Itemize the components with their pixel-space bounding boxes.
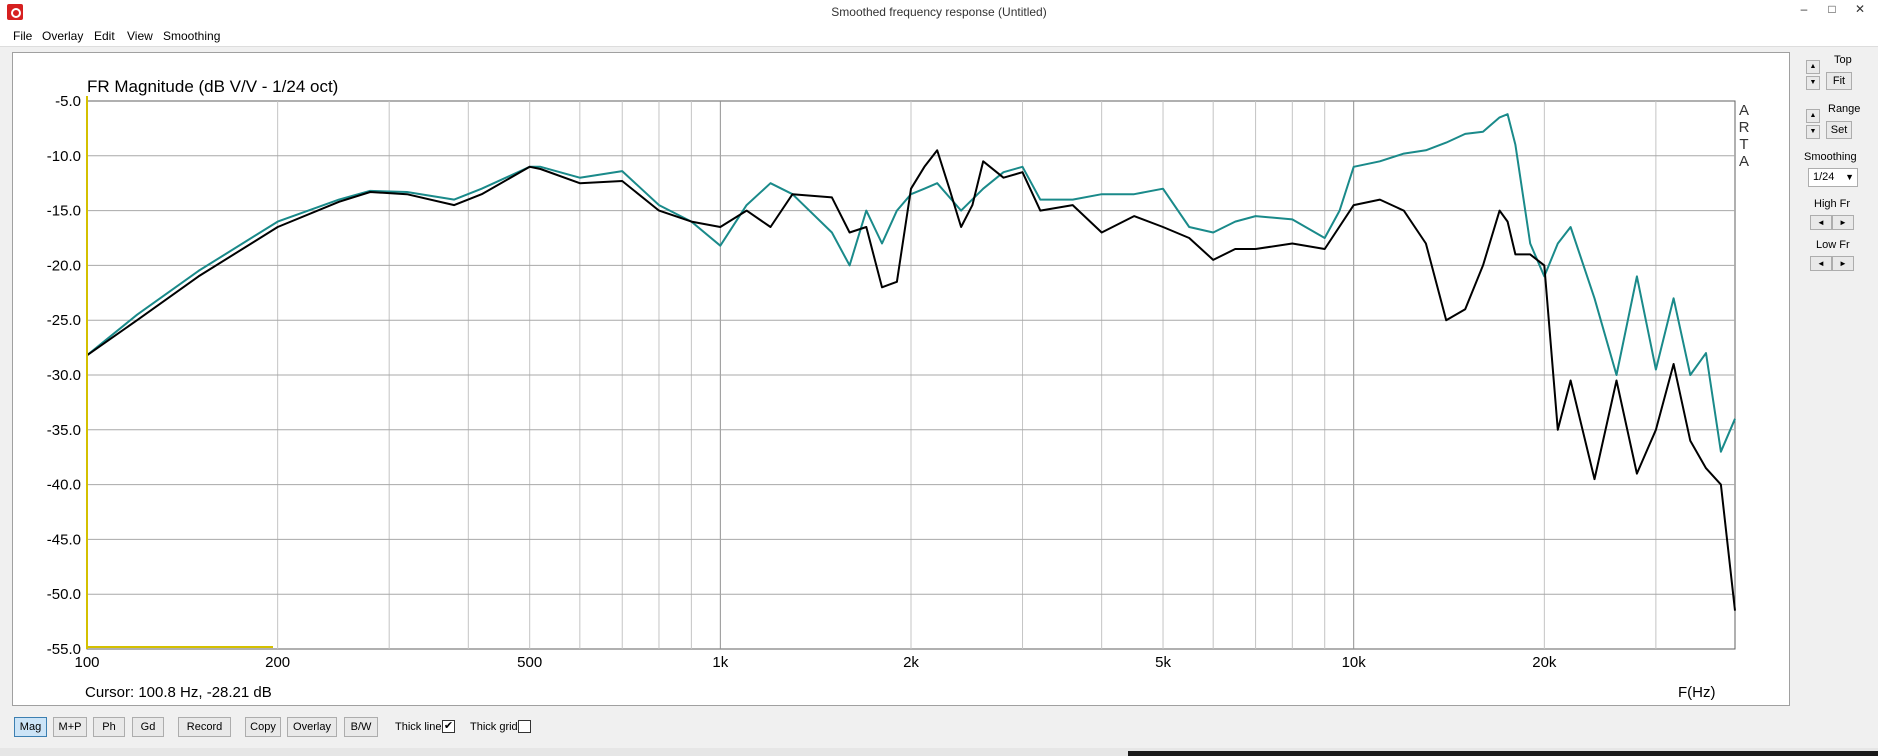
- thick-grid-label: Thick grid: [470, 721, 518, 733]
- menu-bar: File Overlay Edit View Smoothing: [0, 24, 1878, 47]
- y-tick-label: -50.0: [47, 586, 81, 603]
- x-tick-label: 5k: [1155, 654, 1171, 671]
- top-label: Top: [1834, 54, 1852, 66]
- x-tick-label: 500: [517, 654, 542, 671]
- x-tick-label: 20k: [1532, 654, 1557, 671]
- ph-button[interactable]: Ph: [93, 717, 125, 737]
- mp-button[interactable]: M+P: [53, 717, 87, 737]
- status-bar: [0, 748, 1878, 756]
- y-tick-label: -30.0: [47, 367, 81, 384]
- x-tick-label: 1k: [712, 654, 728, 671]
- menu-smoothing[interactable]: Smoothing: [163, 29, 220, 43]
- watermark-letter: A: [1739, 102, 1749, 119]
- range-label: Range: [1828, 103, 1861, 115]
- x-axis-label: F(Hz): [1678, 684, 1716, 701]
- arta-watermark: ARTA: [1739, 102, 1750, 170]
- bottom-toolbar: Mag M+P Ph Gd Record Copy Overlay B/W Th…: [0, 712, 1878, 744]
- top-up-button[interactable]: ▲: [1806, 60, 1820, 74]
- chevron-down-icon: ▼: [1845, 172, 1854, 182]
- top-down-button[interactable]: ▼: [1806, 76, 1820, 90]
- y-tick-label: -10.0: [47, 148, 81, 165]
- y-tick-label: -20.0: [47, 257, 81, 274]
- low-fr-left-button[interactable]: ◄: [1810, 256, 1832, 271]
- high-fr-right-button[interactable]: ►: [1832, 215, 1854, 230]
- menu-file[interactable]: File: [13, 29, 32, 43]
- overlay-button[interactable]: Overlay: [287, 717, 337, 737]
- plot-frame[interactable]: FR Magnitude (dB V/V - 1/24 oct) -5.0 -10…: [12, 52, 1790, 706]
- minimize-button[interactable]: –: [1790, 0, 1818, 20]
- thick-line-label: Thick line: [395, 721, 442, 733]
- thick-line-checkbox[interactable]: ✔: [442, 720, 455, 733]
- x-tick-label: 2k: [903, 654, 919, 671]
- y-tick-label: -45.0: [47, 531, 81, 548]
- mag-button[interactable]: Mag: [14, 717, 47, 737]
- y-tick-label: -15.0: [47, 203, 81, 220]
- low-fr-label: Low Fr: [1816, 239, 1850, 251]
- copy-button[interactable]: Copy: [245, 717, 281, 737]
- close-button[interactable]: ✕: [1846, 0, 1874, 20]
- maximize-button[interactable]: □: [1818, 0, 1846, 20]
- smoothing-value: 1/24: [1813, 171, 1835, 183]
- x-tick-label: 10k: [1342, 654, 1367, 671]
- y-tick-label: -40.0: [47, 477, 81, 494]
- bw-button[interactable]: B/W: [344, 717, 378, 737]
- smoothing-label: Smoothing: [1804, 151, 1857, 163]
- y-tick-label: -25.0: [47, 312, 81, 329]
- menu-edit[interactable]: Edit: [94, 29, 115, 43]
- y-tick-label: -35.0: [47, 422, 81, 439]
- y-tick-labels: -5.0 -10.0 -15.0 -20.0 -25.0 -30.0 -35.0 -40.0 -…: [47, 93, 81, 658]
- watermark-letter: R: [1739, 119, 1750, 136]
- menu-view[interactable]: View: [127, 29, 153, 43]
- range-down-button[interactable]: ▼: [1806, 125, 1820, 139]
- chart-title: FR Magnitude (dB V/V - 1/24 oct): [87, 77, 338, 96]
- set-button[interactable]: Set: [1826, 121, 1852, 139]
- gd-button[interactable]: Gd: [132, 717, 164, 737]
- record-button[interactable]: Record: [178, 717, 231, 737]
- right-panel: ▲ ▼ Top Fit ▲ ▼ Range Set Smoothing 1/24…: [1796, 52, 1878, 704]
- high-fr-label: High Fr: [1814, 198, 1851, 210]
- menu-overlay[interactable]: Overlay: [42, 29, 83, 43]
- smoothing-select[interactable]: 1/24 ▼: [1808, 168, 1858, 187]
- high-fr-left-button[interactable]: ◄: [1810, 215, 1832, 230]
- cursor-readout: Cursor: 100.8 Hz, -28.21 dB: [85, 684, 272, 701]
- title-bar: Smoothed frequency response (Untitled) –…: [0, 0, 1878, 24]
- x-tick-label: 200: [265, 654, 290, 671]
- watermark-letter: T: [1739, 136, 1748, 153]
- range-up-button[interactable]: ▲: [1806, 109, 1820, 123]
- x-tick-labels: 100 200 500 1k 2k 5k 10k 20k: [74, 654, 1556, 671]
- frequency-response-chart[interactable]: FR Magnitude (dB V/V - 1/24 oct) -5.0 -10…: [13, 53, 1789, 705]
- grid: [86, 100, 1736, 650]
- window-title: Smoothed frequency response (Untitled): [831, 5, 1047, 19]
- x-tick-label: 100: [74, 654, 99, 671]
- thick-grid-checkbox[interactable]: [518, 720, 531, 733]
- y-tick-label: -5.0: [55, 93, 81, 110]
- fit-button[interactable]: Fit: [1826, 72, 1852, 90]
- low-fr-right-button[interactable]: ►: [1832, 256, 1854, 271]
- watermark-letter: A: [1739, 153, 1749, 170]
